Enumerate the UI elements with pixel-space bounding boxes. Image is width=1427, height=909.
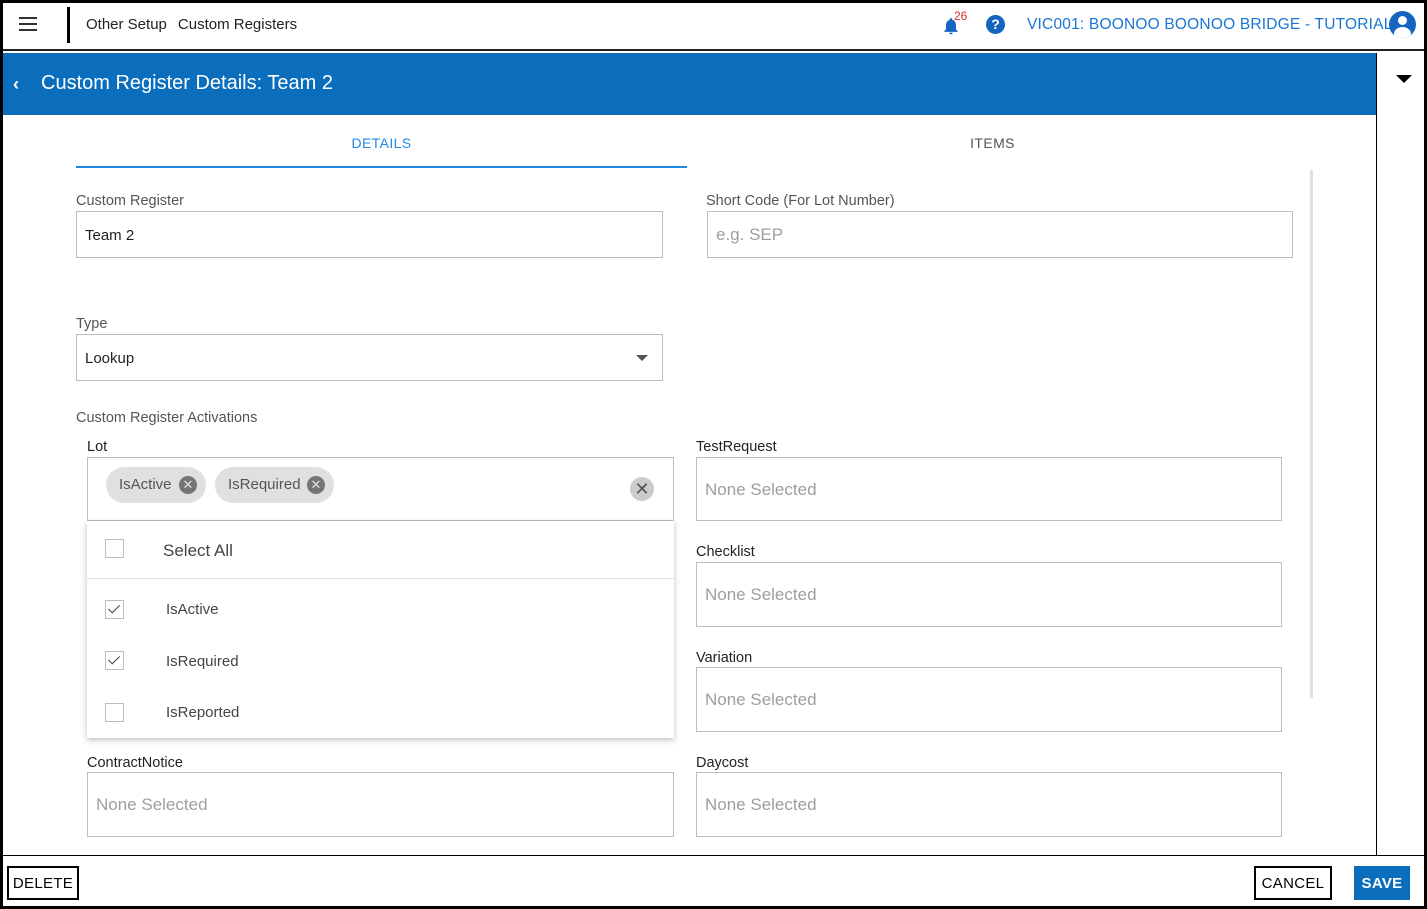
breadcrumb: Other Setup Custom Registers — [86, 16, 297, 33]
short-code-label: Short Code (For Lot Number) — [706, 193, 895, 209]
daycost-label: Daycost — [696, 755, 749, 771]
option-isreported[interactable]: IsReported — [166, 704, 239, 721]
check-icon — [107, 652, 121, 665]
variation-label: Variation — [696, 650, 753, 666]
checklist-placeholder: None Selected — [705, 585, 817, 604]
type-label: Type — [76, 316, 108, 332]
type-select[interactable]: Lookup — [76, 334, 663, 381]
chip-isactive: IsActive ✕ — [106, 467, 206, 503]
contractnotice-label: ContractNotice — [87, 755, 183, 771]
caret-down-icon — [636, 355, 648, 361]
tab-items[interactable]: ITEMS — [687, 135, 1298, 151]
activations-title: Custom Register Activations — [76, 410, 258, 426]
right-panel-divider — [1376, 53, 1377, 855]
divider — [87, 578, 674, 579]
variation-placeholder: None Selected — [705, 690, 817, 709]
footer-bar — [3, 855, 1424, 906]
delete-button[interactable]: DELETE — [7, 866, 79, 900]
lot-dropdown-menu: Select All IsActive IsRequired IsReporte… — [87, 521, 674, 738]
remove-chip-icon[interactable]: ✕ — [307, 476, 325, 494]
short-code-input[interactable]: e.g. SEP — [707, 211, 1293, 258]
tab-details[interactable]: DETAILS — [76, 135, 687, 151]
chip-label: IsRequired — [228, 476, 301, 493]
checklist-multiselect[interactable]: None Selected — [696, 562, 1282, 627]
select-all-label[interactable]: Select All — [163, 541, 233, 561]
scrollbar[interactable] — [1310, 170, 1313, 698]
project-selector[interactable]: VIC001: BOONOO BOONOO BRIDGE - TUTORIAL — [1027, 16, 1393, 34]
notification-count: 26 — [954, 9, 968, 23]
account-icon[interactable] — [1389, 11, 1416, 38]
custom-register-label: Custom Register — [76, 193, 184, 209]
clear-all-icon[interactable]: ✕ — [630, 477, 654, 501]
custom-register-input[interactable]: Team 2 — [76, 211, 663, 258]
select-all-checkbox[interactable] — [105, 539, 124, 558]
isreported-checkbox[interactable] — [105, 703, 124, 722]
testrequest-multiselect[interactable]: None Selected — [696, 457, 1282, 521]
lot-label: Lot — [87, 439, 108, 455]
breadcrumb-other-setup[interactable]: Other Setup — [86, 16, 167, 33]
daycost-placeholder: None Selected — [705, 795, 817, 814]
chevron-down-icon[interactable] — [1396, 75, 1412, 83]
short-code-placeholder: e.g. SEP — [716, 225, 784, 244]
help-icon[interactable]: ? — [986, 15, 1005, 34]
contractnotice-placeholder: None Selected — [96, 795, 208, 814]
variation-multiselect[interactable]: None Selected — [696, 667, 1282, 732]
testrequest-label: TestRequest — [696, 439, 777, 455]
custom-register-value: Team 2 — [85, 227, 135, 244]
remove-chip-icon[interactable]: ✕ — [179, 476, 197, 494]
type-value: Lookup — [85, 350, 135, 367]
daycost-multiselect[interactable]: None Selected — [696, 772, 1282, 837]
option-isrequired[interactable]: IsRequired — [166, 653, 239, 670]
back-icon[interactable]: ‹ — [13, 74, 19, 95]
breadcrumb-custom-registers[interactable]: Custom Registers — [178, 16, 297, 33]
page-header: ‹ Custom Register Details: Team 2 — [3, 53, 1376, 115]
testrequest-placeholder: None Selected — [705, 480, 817, 499]
top-bar: Other Setup Custom Registers 26 ? VIC001… — [3, 3, 1424, 51]
cancel-button[interactable]: CANCEL — [1254, 866, 1332, 900]
save-button[interactable]: SAVE — [1354, 866, 1410, 900]
isactive-checkbox[interactable] — [105, 600, 124, 619]
chip-isrequired: IsRequired ✕ — [215, 467, 334, 503]
isrequired-checkbox[interactable] — [105, 651, 124, 670]
menu-icon[interactable] — [19, 17, 37, 31]
page-title: Custom Register Details: Team 2 — [41, 72, 333, 94]
chip-label: IsActive — [119, 476, 172, 493]
checklist-label: Checklist — [696, 544, 755, 560]
check-icon — [107, 601, 121, 614]
contractnotice-multiselect[interactable]: None Selected — [87, 772, 674, 837]
option-isactive[interactable]: IsActive — [166, 601, 219, 618]
active-tab-indicator — [76, 166, 687, 168]
divider — [67, 7, 70, 43]
